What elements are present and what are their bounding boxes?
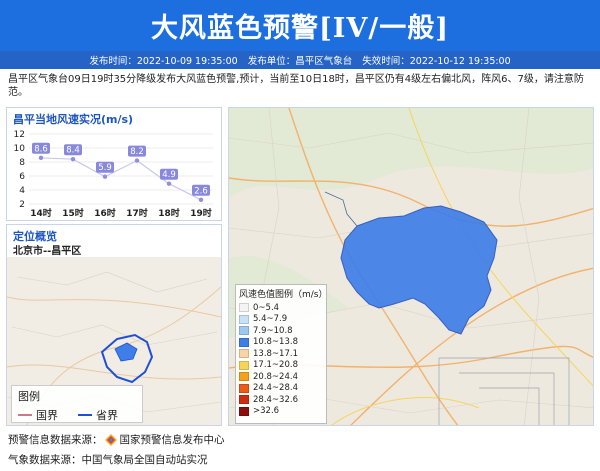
overview-legend-title: 图例 bbox=[18, 390, 40, 403]
wind-legend-label: 0~5.4 bbox=[253, 302, 280, 313]
wind-panel-title: 昌平当地风速实况(m/s) bbox=[13, 113, 134, 126]
wind-legend-swatch bbox=[239, 406, 249, 416]
wind-legend-label: 28.4~32.6 bbox=[253, 394, 298, 405]
y-tick-label: 8 bbox=[19, 158, 25, 168]
y-tick-label: 12 bbox=[14, 130, 25, 140]
y-tick-label: 10 bbox=[14, 144, 26, 154]
wind-legend-row: 20.8~24.4 bbox=[236, 371, 326, 383]
data-point bbox=[166, 181, 172, 186]
wind-legend-swatch bbox=[239, 326, 249, 336]
x-tick-label: 18时 bbox=[158, 207, 180, 219]
data-point bbox=[70, 157, 76, 162]
wind-legend-label: 7.9~10.8 bbox=[253, 325, 293, 336]
warning-source-name: 国家预警信息发布中心 bbox=[119, 434, 225, 446]
legend-province-border: 省界 bbox=[78, 407, 118, 423]
x-tick-label: 16时 bbox=[94, 207, 116, 219]
wind-legend-row: 7.9~10.8 bbox=[236, 325, 326, 337]
wind-legend-label: >32.6 bbox=[253, 406, 280, 417]
publish-time: 发布时间：2022-10-09 19:35:00 bbox=[89, 56, 238, 67]
wind-legend-swatch bbox=[239, 303, 249, 313]
national-border-line bbox=[18, 414, 32, 416]
y-tick-label: 6 bbox=[19, 172, 25, 182]
x-tick-label: 19时 bbox=[190, 207, 212, 219]
location-overview-panel: 定位概览 北京市--昌平区 图例 国界 省界 bbox=[6, 224, 222, 426]
wind-legend-label: 17.1~20.8 bbox=[253, 360, 298, 371]
wind-speed-panel: 昌平当地风速实况(m/s) 2 4 6 8 10 12 8.6 14时 8.4 15时 5.9 16时… bbox=[6, 107, 222, 221]
wind-speed-chart: 2 4 6 8 10 12 8.6 14时 8.4 15时 5.9 16时 8.2 17时 4.9 18时 2.… bbox=[14, 130, 213, 219]
main-wind-map[interactable]: 风速色值图例（m/s） 0~5.4 5.4~7.9 7.9~10.8 10.8~13.… bbox=[228, 107, 594, 426]
wind-legend-label: 24.4~28.4 bbox=[253, 383, 298, 394]
wind-legend-swatch bbox=[239, 337, 249, 347]
wind-speed-legend: 风速色值图例（m/s） 0~5.4 5.4~7.9 7.9~10.8 10.8~13.… bbox=[235, 284, 328, 424]
province-border-line bbox=[78, 414, 92, 416]
wind-legend-title: 风速色值图例（m/s） bbox=[239, 290, 328, 300]
wind-legend-label: 13.8~17.1 bbox=[253, 348, 298, 359]
warning-source-label: 预警信息数据来源： bbox=[8, 434, 103, 446]
wind-legend-row: 10.8~13.8 bbox=[236, 337, 326, 349]
warning-description: 昌平区气象台09日19时35分降级发布大风蓝色预警,预计，当前至10日18时，昌… bbox=[8, 74, 584, 98]
publisher: 发布单位：昌平区气象台 bbox=[247, 56, 353, 67]
data-label: 8.4 bbox=[66, 146, 80, 156]
data-point bbox=[134, 158, 140, 163]
data-label: 5.9 bbox=[98, 163, 112, 173]
wind-legend-label: 5.4~7.9 bbox=[253, 314, 288, 325]
wind-legend-swatch bbox=[239, 314, 249, 324]
wind-legend-row: 5.4~7.9 bbox=[236, 314, 326, 326]
overview-legend: 图例 国界 省界 bbox=[11, 385, 143, 423]
data-label: 8.2 bbox=[130, 147, 144, 157]
data-label: 2.6 bbox=[194, 186, 208, 196]
data-label: 8.6 bbox=[34, 144, 48, 154]
wind-legend-label: 20.8~24.4 bbox=[253, 371, 298, 382]
x-tick-label: 17时 bbox=[126, 207, 148, 219]
legend-national-border: 国界 bbox=[18, 407, 58, 423]
x-tick-label: 14时 bbox=[30, 207, 52, 219]
y-tick-label: 4 bbox=[19, 186, 25, 196]
y-tick-label: 2 bbox=[19, 200, 25, 210]
wind-legend-row: 13.8~17.1 bbox=[236, 348, 326, 360]
location-subtitle: 北京市--昌平区 bbox=[13, 246, 82, 257]
wind-legend-row: 17.1~20.8 bbox=[236, 360, 326, 372]
location-overview-map[interactable]: 图例 国界 省界 bbox=[7, 257, 221, 425]
warning-header: 大风蓝色预警[IV/一般] bbox=[0, 0, 600, 51]
warning-meta-bar: 发布时间：2022-10-09 19:35:00 发布单位：昌平区气象台 失效时… bbox=[0, 51, 600, 69]
weather-data-source: 气象数据来源：中国气象局全国自动站实况 bbox=[8, 454, 208, 466]
wind-legend-label: 10.8~13.8 bbox=[253, 337, 298, 348]
wind-legend-swatch bbox=[239, 383, 249, 393]
wind-legend-swatch bbox=[239, 360, 249, 370]
warning-source: 预警信息数据来源： 国家预警信息发布中心 bbox=[8, 432, 225, 447]
x-tick-label: 15时 bbox=[62, 207, 84, 219]
wind-legend-swatch bbox=[239, 372, 249, 382]
expire-time: 失效时间：2022-10-12 19:35:00 bbox=[362, 56, 511, 67]
data-point bbox=[38, 155, 44, 160]
data-label: 4.9 bbox=[162, 170, 176, 180]
wind-legend-swatch bbox=[239, 395, 249, 405]
data-point bbox=[102, 174, 108, 179]
wind-legend-row: 0~5.4 bbox=[236, 302, 326, 314]
wind-legend-row: >32.6 bbox=[236, 406, 326, 418]
warning-title: 大风蓝色预警[IV/一般] bbox=[151, 13, 449, 44]
wind-legend-swatch bbox=[239, 349, 249, 359]
wind-legend-row: 24.4~28.4 bbox=[236, 383, 326, 395]
data-point bbox=[198, 197, 204, 202]
warning-center-logo-icon bbox=[104, 433, 117, 446]
wind-legend-row: 28.4~32.6 bbox=[236, 394, 326, 406]
